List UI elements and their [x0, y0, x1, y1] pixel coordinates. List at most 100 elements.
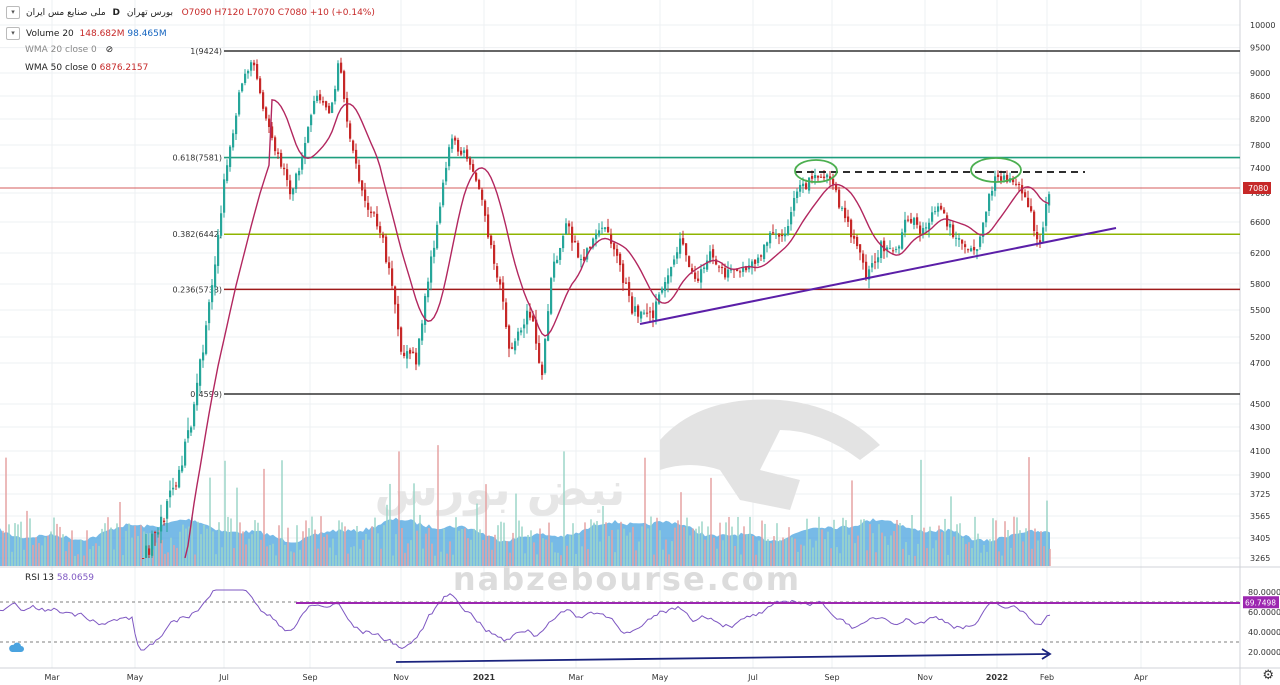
- volume-bar: [587, 549, 589, 566]
- volume-bar: [773, 536, 775, 566]
- volume-bar: [548, 522, 550, 566]
- candle-body: [496, 266, 499, 278]
- volume-bar: [875, 552, 877, 566]
- candle-body: [766, 242, 769, 246]
- candle-body: [637, 305, 640, 317]
- volume-bar: [971, 548, 973, 566]
- volume-bar: [332, 538, 334, 566]
- cloud-icon[interactable]: [8, 641, 24, 653]
- volume-bar: [542, 538, 544, 566]
- candle-body: [667, 275, 670, 284]
- volume-bar: [659, 530, 661, 566]
- volume-bar: [41, 545, 43, 566]
- volume-bar: [110, 527, 112, 566]
- candle-body: [520, 330, 523, 333]
- volume-legend[interactable]: ▾ Volume 20 148.682M 98.465M: [6, 27, 167, 40]
- candle-body: [154, 532, 157, 534]
- candle-body: [811, 175, 814, 179]
- candle-body: [466, 149, 469, 159]
- candle-body: [727, 269, 730, 278]
- volume-bar: [1034, 528, 1036, 566]
- time-tick-label: May: [652, 673, 669, 682]
- volume-bar: [227, 516, 229, 566]
- candle-body: [919, 225, 922, 234]
- volume-bar: [446, 553, 448, 566]
- wma20-legend[interactable]: WMA 20 close 0 ⊘: [25, 45, 113, 55]
- volume-bar: [326, 534, 328, 566]
- price-tick-label: 4500: [1250, 400, 1270, 409]
- volume-bar: [266, 546, 268, 566]
- volume-bar: [653, 554, 655, 566]
- interval[interactable]: D: [113, 8, 120, 18]
- volume-bar: [443, 528, 445, 566]
- volume-bar: [167, 552, 169, 566]
- volume-bar: [392, 555, 394, 566]
- volume-bar: [404, 552, 406, 566]
- candle-body: [916, 217, 919, 225]
- candle-body: [859, 244, 862, 253]
- volume-bar: [95, 543, 97, 566]
- volume-bar: [848, 534, 850, 566]
- candle-body: [835, 185, 838, 191]
- candle-body: [328, 105, 331, 114]
- candle-body: [352, 140, 355, 151]
- candle-body: [844, 207, 847, 219]
- price-chart[interactable]: نبض بورسnabzebourse.com 1(9424) 0.618(758…: [0, 0, 1280, 685]
- candle-body: [262, 92, 265, 109]
- chevron-down-icon[interactable]: ▾: [6, 27, 20, 40]
- candle-body: [265, 107, 268, 119]
- volume-bar: [89, 549, 91, 566]
- volume-bar: [224, 460, 226, 566]
- volume-bar: [869, 524, 871, 566]
- candle-body: [622, 263, 625, 283]
- volume-bar: [785, 538, 787, 566]
- volume-bar: [26, 510, 28, 566]
- candle-body: [325, 101, 328, 108]
- candle-body: [418, 338, 421, 365]
- volume-bar: [317, 548, 319, 566]
- volume-bar: [125, 530, 127, 566]
- wma50-label: WMA 50 close 0: [25, 63, 97, 73]
- candle-body: [994, 176, 997, 191]
- candle-body: [760, 255, 763, 257]
- candle-body: [571, 226, 574, 243]
- candle-body: [166, 501, 169, 519]
- candle-body: [772, 232, 775, 234]
- candle-body: [544, 338, 547, 373]
- gear-icon[interactable]: ⚙: [1262, 668, 1274, 683]
- candle-body: [157, 532, 160, 535]
- volume-bar: [680, 492, 682, 566]
- volume-bar: [1037, 540, 1039, 566]
- candle-body: [580, 259, 583, 261]
- rsi-line: [0, 589, 1051, 651]
- volume-bar: [899, 523, 901, 566]
- rsi-legend[interactable]: RSI 13 58.0659: [25, 573, 94, 583]
- eye-hidden-icon[interactable]: ⊘: [106, 45, 114, 55]
- volume-bar: [827, 531, 829, 566]
- candle-body: [1024, 192, 1027, 198]
- candle-body: [910, 218, 913, 223]
- candle-body: [259, 78, 262, 93]
- volume-bar: [611, 530, 613, 566]
- volume-bar: [248, 538, 250, 566]
- candle-body: [661, 288, 664, 293]
- candle-body: [409, 349, 412, 354]
- volume-bar: [953, 536, 955, 566]
- volume-bar: [764, 523, 766, 566]
- candle-body: [646, 312, 649, 314]
- candle-body: [274, 137, 277, 152]
- candle-body: [913, 217, 916, 225]
- volume-bar: [407, 543, 409, 566]
- collapse-icon[interactable]: ▾: [6, 6, 20, 19]
- volume-bar: [626, 535, 628, 566]
- volume-bar: [701, 521, 703, 566]
- volume-bar: [917, 543, 919, 566]
- volume-bar: [599, 541, 601, 566]
- volume-bar: [212, 531, 214, 566]
- volume-bar: [677, 520, 679, 566]
- volume-bar: [1007, 529, 1009, 566]
- volume-bar: [17, 524, 19, 566]
- volume-bar: [104, 523, 106, 566]
- wma50-legend[interactable]: WMA 50 close 0 6876.2157: [25, 63, 148, 73]
- candle-body: [253, 62, 256, 66]
